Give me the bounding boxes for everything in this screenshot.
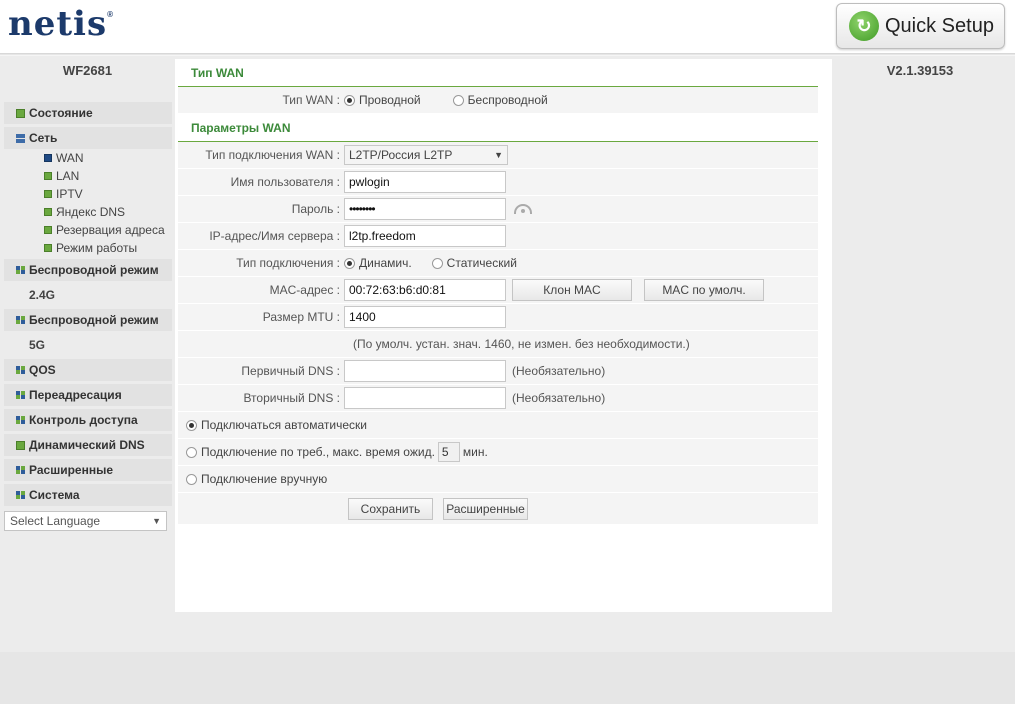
quick-setup-button[interactable]: ↻ Quick Setup (836, 3, 1005, 49)
chevron-down-icon: ▼ (152, 516, 161, 526)
language-select[interactable]: Select Language ▼ (4, 511, 167, 531)
mac-row: MAC-адрес : 00:72:63:b6:d0:81 Клон MAC M… (178, 277, 818, 304)
refresh-arrow-icon: ↻ (849, 11, 879, 41)
sidebar-subitem-operation-mode[interactable]: Режим работы (4, 239, 172, 257)
sidebar-item-ddns[interactable]: Динамический DNS (4, 434, 172, 456)
ip-mode-static-radio[interactable]: Статический (431, 256, 517, 270)
sidebar-item-status[interactable]: Состояние (4, 102, 172, 124)
sidebar-subitem-address-reservation[interactable]: Резервация адреса (4, 221, 172, 239)
netis-logo: netis® (8, 4, 115, 44)
password-label: Пароль : (291, 202, 340, 216)
section-title-wan-type: Тип WAN (178, 59, 818, 87)
wan-type-wireless-radio[interactable]: Беспроводной (452, 93, 548, 107)
username-label: Имя пользователя : (230, 175, 340, 189)
wan-type-row: Тип WAN : Проводной Беспроводной (178, 87, 818, 114)
sidebar-item-advanced[interactable]: Расширенные (4, 459, 172, 481)
header: netis® ↻ Quick Setup (0, 0, 1015, 54)
mtu-row: Размер MTU : 1400 (178, 304, 818, 331)
connect-demand-radio[interactable]: Подключение по треб., макс. время ожид. (186, 445, 435, 459)
dns1-note: (Необязательно) (512, 364, 606, 378)
dns1-label: Первичный DNS : (241, 364, 340, 378)
quick-setup-label: Quick Setup (885, 14, 994, 37)
wan-type-wired-radio[interactable]: Проводной (344, 93, 421, 107)
conn-type-label: Тип подключения WAN : (205, 148, 340, 162)
mtu-note-row: (По умолч. устан. знач. 1460, не измен. … (178, 331, 818, 358)
sidebar-subitem-iptv[interactable]: IPTV (4, 185, 172, 203)
sidebar-item-network[interactable]: Сеть (4, 127, 172, 149)
dns2-row: Вторичный DNS : (Необязательно) (178, 385, 818, 412)
ip-mode-dynamic-radio[interactable]: Динамич. (344, 256, 412, 270)
bullet-icon (44, 244, 52, 252)
dns2-label: Вторичный DNS : (243, 391, 340, 405)
grid-icon (16, 390, 25, 400)
sidebar-item-system[interactable]: Система (4, 484, 172, 506)
plus-icon (16, 108, 25, 118)
grid-icon (16, 465, 25, 475)
show-password-icon[interactable] (514, 204, 532, 214)
bullet-icon (44, 154, 52, 162)
sidebar-item-wireless-5[interactable]: Беспроводной режим (4, 309, 172, 331)
sidebar: Состояние Сеть WAN LAN IPTV Яндекс DNS Р… (4, 102, 172, 509)
chevron-down-icon: ▼ (494, 150, 503, 160)
sidebar-subitem-lan[interactable]: LAN (4, 167, 172, 185)
grid-icon (16, 265, 25, 275)
bullet-icon (44, 208, 52, 216)
dns1-row: Первичный DNS : (Необязательно) (178, 358, 818, 385)
sidebar-item-wireless-24[interactable]: Беспроводной режим (4, 259, 172, 281)
dns1-input[interactable] (344, 360, 506, 382)
sidebar-item-access-control[interactable]: Контроль доступа (4, 409, 172, 431)
idle-time-input[interactable]: 5 (437, 442, 460, 462)
conn-type-row: Тип подключения WAN : L2TP/Россия L2TP ▼ (178, 142, 818, 169)
bullet-icon (44, 172, 52, 180)
mac-input[interactable]: 00:72:63:b6:d0:81 (344, 279, 506, 301)
grid-icon (16, 365, 25, 375)
firmware-version: V2.1.39153 (886, 63, 954, 78)
section-title-wan-params: Параметры WAN (178, 114, 818, 142)
server-row: IP-адрес/Имя сервера : l2tp.freedom (178, 223, 818, 250)
bullet-icon (44, 190, 52, 198)
ip-mode-label: Тип подключения : (236, 256, 340, 270)
save-button[interactable]: Сохранить (348, 497, 433, 520)
sidebar-subitem-yandex-dns[interactable]: Яндекс DNS (4, 203, 172, 221)
grid-icon (16, 415, 25, 425)
sidebar-band-5g[interactable]: 5G (4, 334, 172, 356)
connect-auto-radio[interactable]: Подключаться автоматически (186, 418, 367, 432)
conn-type-select[interactable]: L2TP/Россия L2TP ▼ (344, 145, 508, 165)
router-admin-page: netis® ↻ Quick Setup WF2681 V2.1.39153 С… (0, 0, 1015, 704)
ip-mode-row: Тип подключения : Динамич. Статический (178, 250, 818, 277)
advanced-button[interactable]: Расширенные (443, 497, 528, 520)
username-row: Имя пользователя : pwlogin (178, 169, 818, 196)
model-name: WF2681 (62, 63, 113, 78)
default-mac-button[interactable]: MAC по умолч. (644, 279, 764, 301)
mac-label: MAC-адрес : (269, 283, 340, 297)
dns2-note: (Необязательно) (512, 391, 606, 405)
grid-icon (16, 315, 25, 325)
actions-row: Сохранить Расширенные (178, 493, 818, 525)
mtu-input[interactable]: 1400 (344, 306, 506, 328)
sidebar-item-forwarding[interactable]: Переадресация (4, 384, 172, 406)
bullet-icon (44, 226, 52, 234)
mtu-note: (По умолч. устан. знач. 1460, не измен. … (353, 337, 690, 351)
main-panel: Тип WAN Тип WAN : Проводной Беспроводной… (175, 59, 832, 612)
server-input[interactable]: l2tp.freedom (344, 225, 506, 247)
sidebar-item-qos[interactable]: QOS (4, 359, 172, 381)
connect-manual-row: Подключение вручную (178, 466, 818, 493)
username-input[interactable]: pwlogin (344, 171, 506, 193)
sidebar-subitem-wan[interactable]: WAN (4, 149, 172, 167)
grid-icon (16, 490, 25, 500)
plus-icon (16, 440, 25, 450)
connect-auto-row: Подключаться автоматически (178, 412, 818, 439)
sidebar-band-24g[interactable]: 2.4G (4, 284, 172, 306)
password-input[interactable]: •••••••• (344, 198, 506, 220)
server-label: IP-адрес/Имя сервера : (209, 229, 340, 243)
wan-type-label: Тип WAN : (282, 93, 340, 107)
password-row: Пароль : •••••••• (178, 196, 818, 223)
dns2-input[interactable] (344, 387, 506, 409)
clone-mac-button[interactable]: Клон MAC (512, 279, 632, 301)
minus-icon (16, 133, 25, 143)
mtu-label: Размер MTU : (262, 310, 340, 324)
connect-demand-row: Подключение по треб., макс. время ожид. … (178, 439, 818, 466)
connect-manual-radio[interactable]: Подключение вручную (186, 472, 327, 486)
idle-time-unit: мин. (462, 445, 488, 459)
